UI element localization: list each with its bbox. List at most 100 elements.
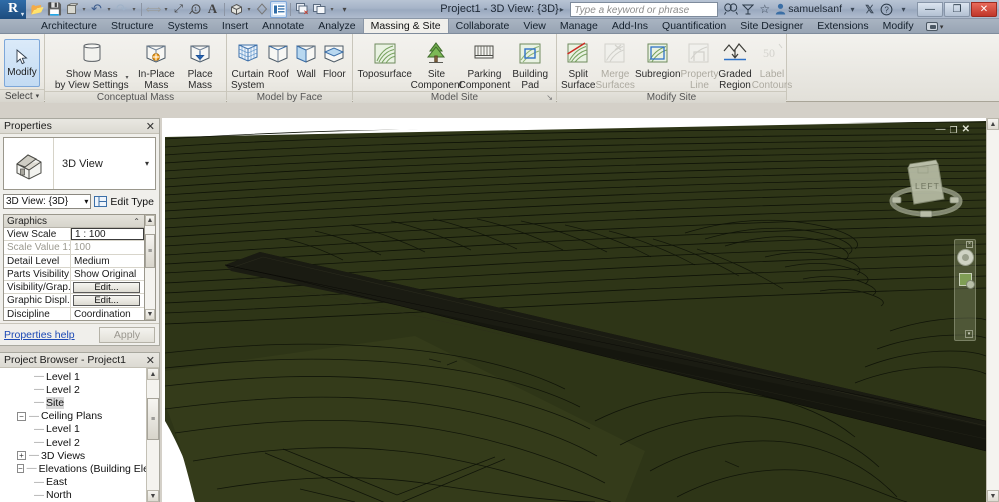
- tab-extensions[interactable]: Extensions: [810, 18, 875, 33]
- scroll-up-arrow-icon[interactable]: ▲: [145, 215, 155, 226]
- thin-lines-icon[interactable]: [270, 0, 287, 18]
- expander-icon[interactable]: −: [17, 411, 26, 421]
- zoom-tool-icon[interactable]: [958, 273, 975, 289]
- tree-node-north[interactable]: — North: [0, 489, 146, 502]
- split-surface-button[interactable]: Split Surface: [561, 36, 595, 91]
- scroll-up-arrow-icon[interactable]: ▲: [147, 368, 159, 380]
- close-icon[interactable]: ×: [966, 241, 973, 248]
- property-row-visibility-graphics[interactable]: Visibility/Grap... Edit...: [4, 281, 144, 295]
- properties-type-preview[interactable]: 3D View ▾: [3, 137, 156, 190]
- switch-windows-icon[interactable]: [311, 1, 328, 18]
- floor-button[interactable]: Floor: [320, 36, 348, 81]
- modify-button[interactable]: Modify: [4, 39, 40, 87]
- scroll-down-arrow-icon[interactable]: ▼: [987, 490, 999, 502]
- properties-help-link[interactable]: Properties help: [4, 329, 75, 341]
- user-account[interactable]: samuelsanf: [773, 3, 844, 15]
- tree-node-elevations[interactable]: − — Elevations (Building Elevation: [0, 462, 146, 475]
- tree-node-3d-views[interactable]: + — 3D Views: [0, 449, 146, 462]
- tree-node-level-2[interactable]: — Level 2: [0, 383, 146, 396]
- property-value[interactable]: Coordination: [71, 308, 144, 320]
- apply-button[interactable]: Apply: [99, 326, 155, 343]
- visibility-graphics-edit-button[interactable]: Edit...: [73, 282, 140, 294]
- scroll-down-arrow-icon[interactable]: ▼: [147, 490, 159, 502]
- view-close-button[interactable]: ✕: [962, 125, 970, 135]
- chevron-down-icon[interactable]: ▾: [328, 1, 336, 18]
- tab-massing-and-site[interactable]: Massing & Site: [362, 18, 449, 33]
- favorites-star-icon[interactable]: ☆: [756, 1, 773, 18]
- building-pad-button[interactable]: Building Pad: [508, 36, 552, 91]
- measure-icon[interactable]: ⟺: [145, 1, 162, 18]
- tab-annotate[interactable]: Annotate: [255, 18, 311, 33]
- chevron-down-icon[interactable]: ▾: [965, 330, 973, 338]
- aligned-dimension-icon[interactable]: ⤢: [170, 1, 187, 18]
- tab-systems[interactable]: Systems: [161, 18, 215, 33]
- tab-modify[interactable]: Modify: [876, 18, 921, 33]
- graphic-display-edit-button[interactable]: Edit...: [73, 295, 140, 307]
- scroll-track[interactable]: ≡: [145, 226, 155, 309]
- chevron-down-icon[interactable]: ▾: [895, 1, 912, 18]
- site-component-button[interactable]: Site Component: [411, 36, 462, 91]
- subregion-button[interactable]: Subregion: [635, 36, 681, 81]
- view-vertical-scrollbar[interactable]: ▲ ▼: [986, 118, 999, 502]
- ribbon-display-options[interactable]: ▾: [925, 20, 945, 33]
- properties-vertical-scrollbar[interactable]: ▲ ≡ ▼: [144, 214, 156, 321]
- save-as-icon[interactable]: [63, 1, 80, 18]
- expander-icon[interactable]: −: [17, 464, 24, 474]
- tree-node-east[interactable]: — East: [0, 476, 146, 489]
- restore-button[interactable]: ❐: [944, 1, 970, 17]
- project-browser-tree[interactable]: — Level 1 — Level 2 — Site − — Ceiling P…: [0, 368, 146, 502]
- scroll-thumb[interactable]: ≡: [147, 398, 159, 440]
- view-restore-button[interactable]: ❐: [950, 125, 958, 135]
- scroll-track[interactable]: ≡: [147, 380, 159, 490]
- property-value[interactable]: 1 : 100: [71, 228, 144, 241]
- subscription-icon[interactable]: [739, 1, 756, 18]
- parking-component-button[interactable]: Parking Component: [459, 36, 510, 91]
- wall-button[interactable]: Wall: [292, 36, 320, 81]
- in-place-mass-button[interactable]: In-Place Mass: [135, 36, 179, 91]
- tab-collaborate[interactable]: Collaborate: [449, 18, 517, 33]
- toposurface-button[interactable]: Toposurface: [357, 36, 412, 81]
- chevron-down-icon[interactable]: ▾: [162, 1, 170, 18]
- scroll-thumb[interactable]: ≡: [145, 234, 155, 268]
- close-hidden-windows-icon[interactable]: ✕: [294, 1, 311, 18]
- close-icon[interactable]: ✕: [146, 354, 155, 367]
- property-row-parts-visibility[interactable]: Parts Visibility Show Original: [4, 267, 144, 282]
- tab-site-designer[interactable]: Site Designer: [733, 18, 810, 33]
- tab-architecture[interactable]: Architecture: [34, 18, 104, 33]
- exchange-apps-icon[interactable]: 𝕏: [861, 1, 878, 18]
- tab-analyze[interactable]: Analyze: [311, 18, 362, 33]
- view-cube[interactable]: LEFT: [886, 151, 966, 223]
- drawing-area[interactable]: — ❐ ✕ LEFT × ▾ ▲ ▼: [162, 118, 999, 502]
- section-icon[interactable]: [253, 1, 270, 18]
- view-minimize-button[interactable]: —: [936, 125, 946, 135]
- tab-structure[interactable]: Structure: [104, 18, 161, 33]
- navigation-bar[interactable]: × ▾: [954, 239, 976, 341]
- scroll-up-arrow-icon[interactable]: ▲: [987, 118, 999, 130]
- tab-view[interactable]: View: [516, 18, 553, 33]
- view-canvas[interactable]: — ❐ ✕ LEFT × ▾: [165, 121, 986, 502]
- chevron-down-icon[interactable]: ▾: [130, 1, 138, 18]
- type-selector-combo[interactable]: 3D View: {3D} ▾: [3, 194, 92, 209]
- undo-icon[interactable]: ↶: [88, 1, 105, 18]
- tag-icon[interactable]: 1: [187, 1, 204, 18]
- open-icon[interactable]: 📂: [29, 1, 46, 18]
- chevron-down-icon[interactable]: ▾: [145, 159, 155, 168]
- customize-qat-icon[interactable]: ▾: [336, 1, 353, 18]
- search-input[interactable]: Type a keyword or phrase: [570, 1, 719, 17]
- property-row-view-scale[interactable]: View Scale 1 : 100: [4, 228, 144, 242]
- panel-title-select[interactable]: Select ▾: [0, 89, 44, 102]
- tab-quantification[interactable]: Quantification: [655, 18, 733, 33]
- tree-node-ceiling-plans[interactable]: − — Ceiling Plans: [0, 410, 146, 423]
- tree-node-site[interactable]: — Site: [0, 396, 146, 409]
- chevron-down-icon[interactable]: ▾: [844, 1, 861, 18]
- help-icon[interactable]: ?: [878, 1, 895, 18]
- place-mass-button[interactable]: Place Mass: [178, 36, 222, 91]
- chevron-down-icon[interactable]: ▾: [125, 74, 128, 81]
- property-row-discipline[interactable]: Discipline Coordination: [4, 307, 144, 320]
- tree-node-level-1[interactable]: — Level 1: [0, 370, 146, 383]
- property-row-graphic-display[interactable]: Graphic Displ... Edit...: [4, 294, 144, 308]
- text-icon[interactable]: A: [204, 1, 221, 18]
- tab-manage[interactable]: Manage: [553, 18, 605, 33]
- chevron-down-icon[interactable]: ▾: [80, 1, 88, 18]
- expander-icon[interactable]: +: [17, 451, 26, 461]
